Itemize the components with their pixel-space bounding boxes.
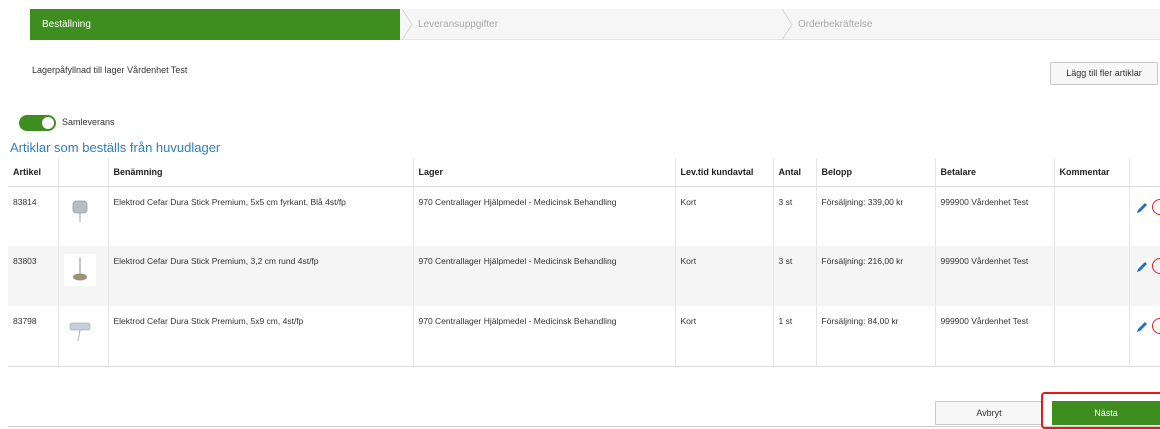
step-label: Orderbekräftelse xyxy=(798,19,873,30)
remove-circle-icon[interactable] xyxy=(1151,258,1160,274)
cell-actions xyxy=(1128,186,1160,246)
cell-betalare: 999900 Vårdenhet Test xyxy=(934,246,1054,306)
add-more-articles-button[interactable]: Lägg till fler artiklar xyxy=(1050,62,1158,85)
step-leveransuppgifter: Leveransuppgifter xyxy=(400,9,780,40)
pencil-icon[interactable] xyxy=(1135,260,1149,274)
col-levtid: Lev.tid kundavtal xyxy=(674,158,773,187)
cell-betalare: 999900 Vårdenhet Test xyxy=(934,306,1054,367)
cell-lager: 970 Centrallager Hjälpmedel - Medicinsk … xyxy=(412,306,675,367)
product-thumbnail-square-electrode xyxy=(63,194,96,227)
chevron-separator-icon xyxy=(401,9,413,40)
cell-lager: 970 Centrallager Hjälpmedel - Medicinsk … xyxy=(412,246,675,306)
step-bestallning: Beställning xyxy=(30,9,414,40)
next-button[interactable]: Nästa xyxy=(1052,401,1160,425)
cell-actions xyxy=(1128,246,1160,306)
samleverans-toggle[interactable] xyxy=(19,115,56,131)
step-orderbekraftelse: Orderbekräftelse xyxy=(780,9,1160,40)
cell-artikel: 83803 xyxy=(8,246,58,306)
chevron-separator-icon xyxy=(781,9,793,40)
col-actions xyxy=(1128,158,1160,187)
cell-antal: 3 st xyxy=(772,186,816,246)
stock-info-text: Lagerpåfyllnad till lager Vårdenhet Test xyxy=(32,65,188,75)
order-stepper: Beställning Leveransuppgifter Orderbekrä… xyxy=(30,9,1160,40)
table-row: 83803 Elektrod Cefar Dura Stick Premium,… xyxy=(8,246,1160,306)
cell-benamning: Elektrod Cefar Dura Stick Premium, 5x9 c… xyxy=(107,306,413,367)
cell-artikel: 83814 xyxy=(8,186,58,246)
footer-divider xyxy=(8,426,1160,427)
step-label: Beställning xyxy=(42,19,91,30)
col-artikel: Artikel xyxy=(8,158,58,187)
toggle-knob xyxy=(42,117,54,129)
col-betalare: Betalare xyxy=(934,158,1054,187)
cell-image xyxy=(57,186,108,246)
col-lager: Lager xyxy=(412,158,675,187)
table-row: 83798 Elektrod Cefar Dura Stick Premium,… xyxy=(8,306,1160,367)
cell-lager: 970 Centrallager Hjälpmedel - Medicinsk … xyxy=(412,186,675,246)
pencil-icon[interactable] xyxy=(1135,201,1149,215)
col-antal: Antal xyxy=(772,158,816,187)
cell-antal: 1 st xyxy=(772,306,816,367)
samleverans-label: Samleverans xyxy=(62,117,115,127)
cell-actions xyxy=(1128,306,1160,367)
cell-belopp: Försäljning: 339,00 kr xyxy=(815,186,935,246)
cell-betalare: 999900 Vårdenhet Test xyxy=(934,186,1054,246)
col-image xyxy=(57,158,108,187)
cell-kommentar xyxy=(1053,186,1129,246)
step-label: Leveransuppgifter xyxy=(418,19,499,30)
remove-circle-icon[interactable] xyxy=(1151,198,1160,215)
cell-artikel: 83798 xyxy=(8,306,58,367)
product-thumbnail-rect-electrode xyxy=(63,314,96,346)
section-title: Artiklar som beställs från huvudlager xyxy=(10,140,221,155)
articles-table: Artikel Benämning Lager Lev.tid kundavta… xyxy=(8,158,1160,367)
product-thumbnail-round-electrode xyxy=(63,254,96,286)
cell-levtid: Kort xyxy=(674,186,773,246)
col-belopp: Belopp xyxy=(815,158,935,187)
table-header-row: Artikel Benämning Lager Lev.tid kundavta… xyxy=(8,158,1160,187)
cell-image xyxy=(57,246,108,306)
cell-levtid: Kort xyxy=(674,246,773,306)
cell-image xyxy=(57,306,108,367)
cell-benamning: Elektrod Cefar Dura Stick Premium, 3,2 c… xyxy=(107,246,413,306)
cell-benamning: Elektrod Cefar Dura Stick Premium, 5x5 c… xyxy=(107,186,413,246)
col-kommentar: Kommentar xyxy=(1053,158,1129,187)
cell-belopp: Försäljning: 216,00 kr xyxy=(815,246,935,306)
cell-belopp: Försäljning: 84,00 kr xyxy=(815,306,935,367)
cell-kommentar xyxy=(1053,246,1129,306)
remove-circle-icon[interactable] xyxy=(1151,318,1160,334)
cell-levtid: Kort xyxy=(674,306,773,367)
cell-antal: 3 st xyxy=(772,246,816,306)
cancel-button[interactable]: Avbryt xyxy=(935,401,1043,425)
table-row: 83814 Elektrod Cefar Dura Stick Premium,… xyxy=(8,186,1160,246)
pencil-icon[interactable] xyxy=(1135,320,1149,334)
col-benamning: Benämning xyxy=(107,158,413,187)
cell-kommentar xyxy=(1053,306,1129,367)
